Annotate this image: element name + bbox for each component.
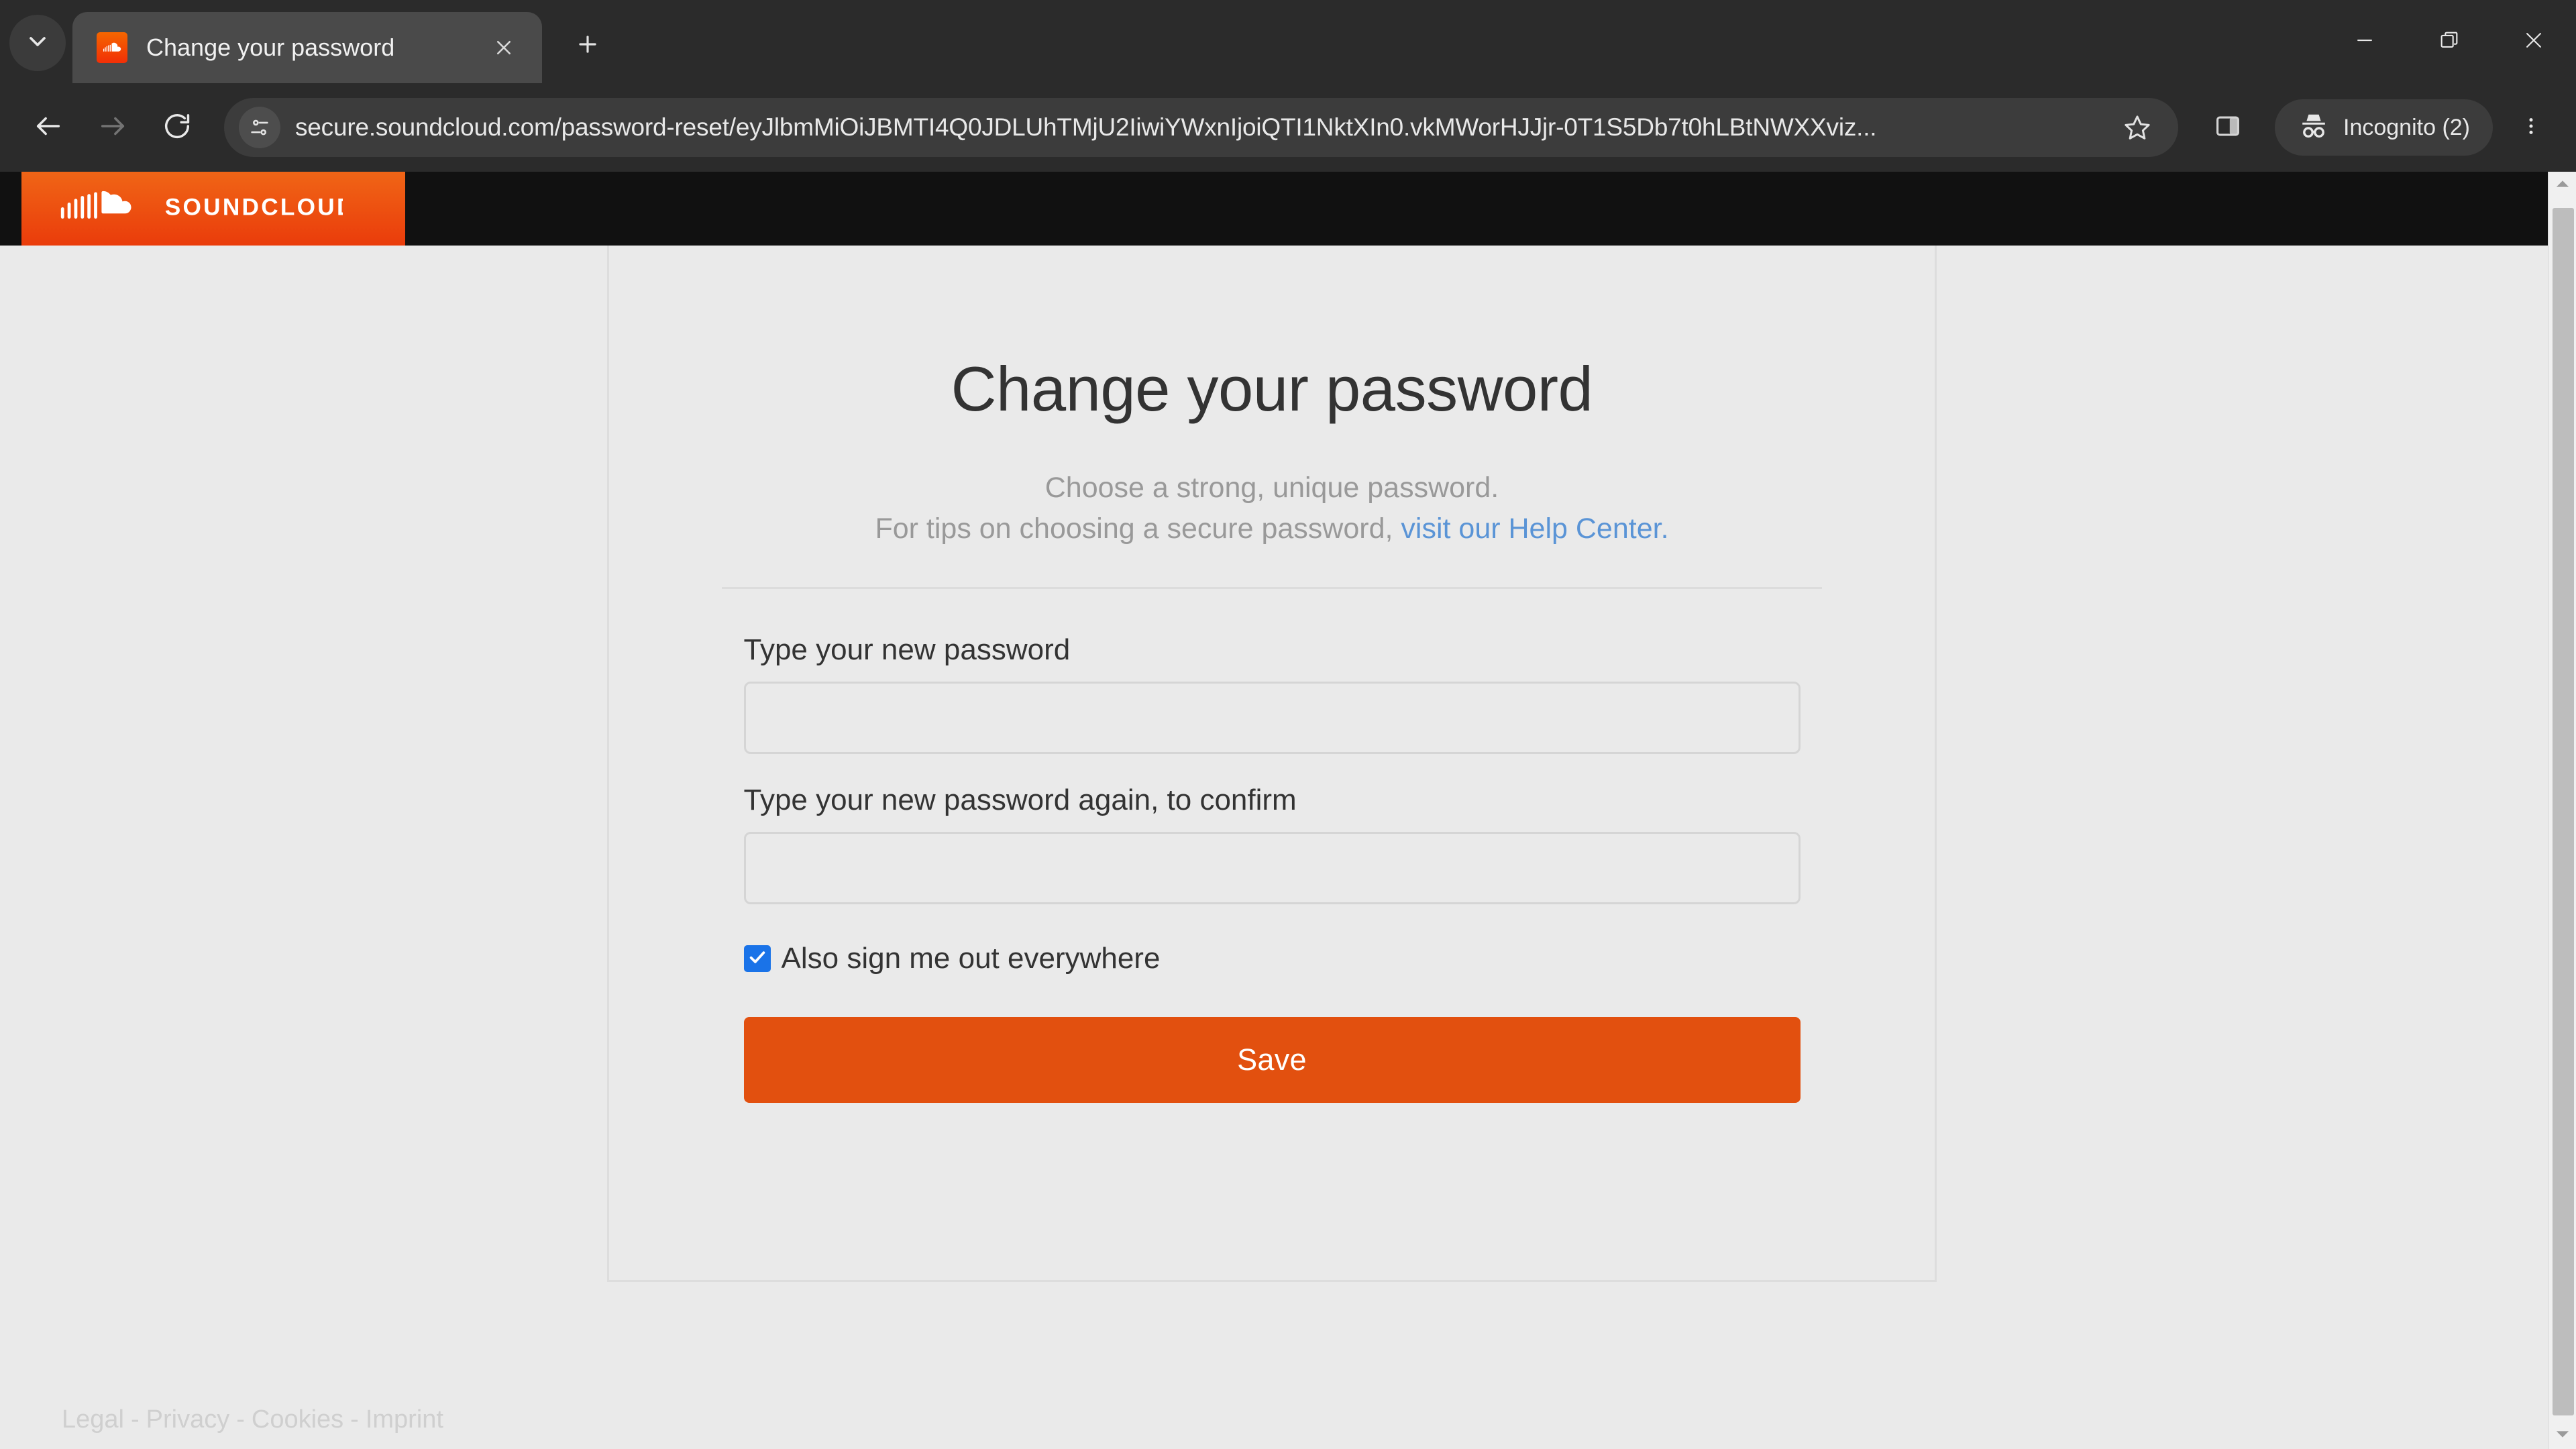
- tab-title: Change your password: [146, 34, 395, 61]
- confirm-password-label: Type your new password again, to confirm: [743, 784, 1297, 817]
- sign-out-everywhere-label: Also sign me out everywhere: [781, 942, 1161, 975]
- new-password-input[interactable]: [743, 682, 1801, 755]
- incognito-profile-label: Incognito (2): [2343, 114, 2470, 140]
- scrollbar-up-button[interactable]: [2555, 172, 2570, 199]
- sign-out-everywhere-checkbox[interactable]: [743, 945, 771, 973]
- new-tab-button[interactable]: [561, 19, 614, 72]
- new-password-label: Type your new password: [743, 633, 1071, 667]
- subtitle-line-2-prefix: For tips on choosing a secure password,: [875, 513, 1401, 545]
- back-button[interactable]: [16, 95, 80, 160]
- soundcloud-logo-link[interactable]: SOUNDCLOUD: [21, 172, 405, 246]
- restore-icon: [2438, 29, 2461, 55]
- web-page: SOUNDCLOUD Change your password Choose a…: [0, 172, 2548, 1449]
- browser-toolbar: secure.soundcloud.com/password-reset/eyJ…: [0, 83, 2576, 172]
- window-restore-button[interactable]: [2407, 0, 2491, 83]
- chevron-down-icon: [24, 28, 51, 58]
- tab-change-your-password[interactable]: Change your password: [72, 12, 542, 83]
- reload-button[interactable]: [145, 95, 209, 160]
- three-dot-menu-icon: [2520, 115, 2542, 140]
- side-panel-button[interactable]: [2196, 95, 2260, 160]
- page-subtitle: Choose a strong, unique password. For ti…: [875, 468, 1668, 549]
- footer-link-cookies[interactable]: Cookies: [252, 1405, 343, 1434]
- minimize-icon: [2353, 29, 2376, 55]
- section-divider: [722, 587, 1822, 590]
- confirm-password-input[interactable]: [743, 832, 1801, 905]
- sign-out-everywhere-row[interactable]: Also sign me out everywhere: [743, 942, 1801, 975]
- reload-icon: [162, 111, 193, 145]
- help-center-link[interactable]: visit our Help Center.: [1401, 513, 1668, 545]
- incognito-profile-button[interactable]: Incognito (2): [2275, 99, 2493, 156]
- soundcloud-header: SOUNDCLOUD: [0, 172, 2548, 246]
- soundcloud-favicon: [97, 32, 127, 63]
- page-viewport: SOUNDCLOUD Change your password Choose a…: [0, 172, 2576, 1449]
- incognito-hat-icon: [2298, 110, 2343, 146]
- footer-separator: -: [350, 1405, 359, 1434]
- footer-link-legal[interactable]: Legal: [62, 1405, 124, 1434]
- tab-strip: Change your password: [0, 0, 2576, 83]
- tab-search-button[interactable]: [9, 15, 66, 71]
- footer-link-privacy[interactable]: Privacy: [146, 1405, 230, 1434]
- scroll-down-arrow-icon: [2555, 1430, 2570, 1442]
- checkmark-icon: [747, 947, 767, 971]
- password-reset-card: Change your password Choose a strong, un…: [607, 246, 1937, 1282]
- side-panel-icon: [2214, 112, 2242, 144]
- site-settings-icon[interactable]: [239, 107, 280, 148]
- footer-link-imprint[interactable]: Imprint: [366, 1405, 443, 1434]
- new-password-field-block: Type your new password: [743, 633, 1801, 755]
- scrollbar-down-button[interactable]: [2555, 1422, 2570, 1449]
- plus-icon: [575, 32, 600, 60]
- back-arrow-icon: [33, 111, 64, 145]
- address-bar[interactable]: secure.soundcloud.com/password-reset/eyJ…: [224, 98, 2178, 157]
- change-password-form: Type your new password Type your new pas…: [743, 633, 1801, 1104]
- window-close-button[interactable]: [2491, 0, 2576, 83]
- url-text[interactable]: secure.soundcloud.com/password-reset/eyJ…: [295, 113, 2100, 142]
- tab-close-button[interactable]: [484, 28, 523, 67]
- soundcloud-logo-icon: SOUNDCLOUD: [59, 186, 354, 231]
- browser-menu-button[interactable]: [2502, 99, 2560, 156]
- forward-arrow-icon: [97, 111, 128, 145]
- browser-window: Change your password secure.soundcloud.c…: [0, 0, 2576, 1449]
- svg-text:SOUNDCLOUD: SOUNDCLOUD: [165, 194, 343, 220]
- subtitle-line-2: For tips on choosing a secure password, …: [875, 508, 1668, 549]
- scroll-up-arrow-icon: [2555, 179, 2570, 192]
- bookmark-star-icon[interactable]: [2114, 104, 2161, 151]
- subtitle-line-1: Choose a strong, unique password.: [1044, 472, 1499, 504]
- save-button[interactable]: Save: [743, 1017, 1801, 1104]
- forward-button[interactable]: [80, 95, 145, 160]
- scrollbar-track[interactable]: [2549, 199, 2576, 1422]
- confirm-password-field-block: Type your new password again, to confirm: [743, 784, 1801, 905]
- page-title: Change your password: [951, 354, 1593, 424]
- window-minimize-button[interactable]: [2322, 0, 2407, 83]
- page-scrollbar[interactable]: [2548, 172, 2576, 1449]
- footer-separator: -: [130, 1405, 140, 1434]
- close-icon: [2522, 29, 2545, 55]
- scrollbar-thumb[interactable]: [2553, 208, 2574, 1415]
- footer-separator: -: [236, 1405, 245, 1434]
- window-controls: [2322, 0, 2576, 83]
- footer-links: Legal - Privacy - Cookies - Imprint: [62, 1405, 443, 1434]
